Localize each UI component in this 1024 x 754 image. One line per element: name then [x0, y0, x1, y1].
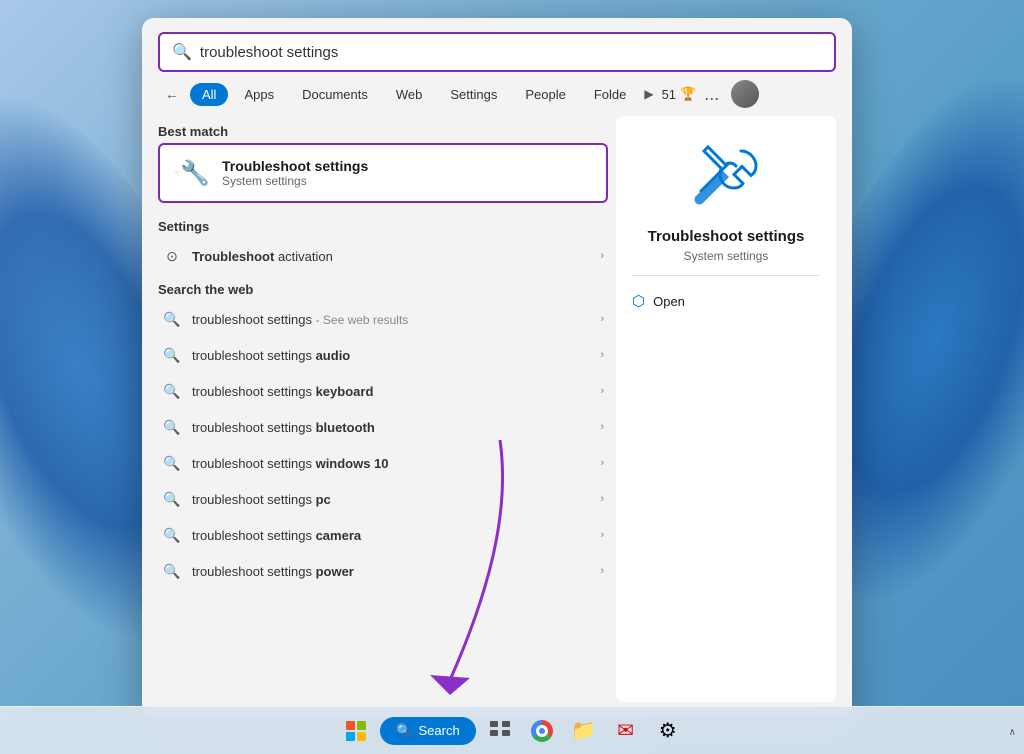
chevron-right-icon-web-4: ›	[600, 457, 604, 469]
search-input-area: 🔍 troubleshoot settings	[142, 18, 852, 72]
open-label: Open	[653, 294, 685, 309]
tab-more-button[interactable]: ...	[700, 84, 723, 105]
tab-back-button[interactable]: ←	[158, 80, 186, 108]
right-panel-divider	[632, 275, 820, 276]
open-icon: ⬡	[632, 292, 645, 310]
user-avatar[interactable]	[731, 80, 759, 108]
search-icon-2: 🔍	[162, 381, 182, 401]
tab-settings[interactable]: Settings	[438, 83, 509, 106]
chevron-right-icon-web-2: ›	[600, 385, 604, 397]
best-match-item[interactable]: 🔧 Troubleshoot settings System settings	[158, 143, 608, 203]
taskbar-file-explorer-icon[interactable]: 📁	[566, 713, 602, 749]
settings-section-label: Settings	[158, 211, 608, 238]
web-result-item-6[interactable]: 🔍 troubleshoot settings camera ›	[158, 517, 608, 553]
taskbar-search-button[interactable]: 🔍 Search	[380, 717, 475, 745]
search-icon-3: 🔍	[162, 417, 182, 437]
tab-documents[interactable]: Documents	[290, 83, 380, 106]
settings-item-text-0: Troubleshoot activation	[192, 249, 590, 264]
troubleshoot-icon: 🔧	[174, 155, 210, 191]
web-item-text-3: troubleshoot settings bluetooth	[192, 420, 590, 435]
best-match-subtitle: System settings	[222, 174, 368, 188]
search-input-wrapper: 🔍 troubleshoot settings	[158, 32, 836, 72]
chevron-right-icon-web-3: ›	[600, 421, 604, 433]
right-panel: Troubleshoot settings System settings ⬡ …	[616, 116, 836, 702]
tab-people[interactable]: People	[513, 83, 577, 106]
chevron-right-icon-web-6: ›	[600, 529, 604, 541]
search-icon-1: 🔍	[162, 345, 182, 365]
tab-all[interactable]: All	[190, 83, 228, 106]
web-result-item-5[interactable]: 🔍 troubleshoot settings pc ›	[158, 481, 608, 517]
filter-tabs: ← All Apps Documents Web Settings People…	[142, 72, 852, 108]
taskbar-search-label: Search	[418, 723, 459, 738]
chevron-right-icon-0: ›	[600, 250, 604, 262]
web-item-text-6: troubleshoot settings camera	[192, 528, 590, 543]
settings-result-item-0[interactable]: ⊙ Troubleshoot activation ›	[158, 238, 608, 274]
web-result-item-3[interactable]: 🔍 troubleshoot settings bluetooth ›	[158, 409, 608, 445]
windows-start-button[interactable]	[338, 713, 374, 749]
tab-web[interactable]: Web	[384, 83, 435, 106]
tab-apps[interactable]: Apps	[232, 83, 286, 106]
circle-icon: ⊙	[162, 246, 182, 266]
web-result-item-2[interactable]: 🔍 troubleshoot settings keyboard ›	[158, 373, 608, 409]
taskbar-task-view-button[interactable]	[482, 713, 518, 749]
taskbar-chrome-icon[interactable]	[524, 713, 560, 749]
open-action[interactable]: ⬡ Open	[632, 288, 820, 314]
web-section-label: Search the web	[158, 274, 608, 301]
left-panel: Best match 🔧 Troubleshoot settings Syste…	[158, 116, 608, 702]
search-icon-6: 🔍	[162, 525, 182, 545]
taskbar-search-icon: 🔍	[396, 723, 412, 739]
best-match-label: Best match	[158, 116, 608, 143]
web-item-text-1: troubleshoot settings audio	[192, 348, 590, 363]
web-item-text-0: troubleshoot settings - See web results	[192, 312, 590, 327]
tab-trophy-icon: 🏆	[680, 86, 696, 102]
web-item-text-7: troubleshoot settings power	[192, 564, 590, 579]
best-match-title: Troubleshoot settings	[222, 158, 368, 174]
tab-count: 51	[662, 87, 676, 102]
search-input[interactable]: troubleshoot settings	[200, 44, 822, 61]
chevron-right-icon-web-5: ›	[600, 493, 604, 505]
taskbar: 🔍 Search 📁 ✉ ⚙ ∧	[0, 706, 1024, 754]
tab-folders[interactable]: Folde	[582, 83, 639, 106]
web-result-item-4[interactable]: 🔍 troubleshoot settings windows 10 ›	[158, 445, 608, 481]
search-icon-5: 🔍	[162, 489, 182, 509]
chevron-right-icon-web-0: ›	[600, 313, 604, 325]
search-panel: 🔍 troubleshoot settings ← All Apps Docum…	[142, 18, 852, 718]
search-icon-7: 🔍	[162, 561, 182, 581]
right-panel-subtitle: System settings	[684, 249, 769, 263]
search-icon-0: 🔍	[162, 309, 182, 329]
web-result-item-7[interactable]: 🔍 troubleshoot settings power ›	[158, 553, 608, 589]
taskbar-email-icon[interactable]: ✉	[608, 713, 644, 749]
main-content: Best match 🔧 Troubleshoot settings Syste…	[142, 108, 852, 718]
taskbar-show-desktop-chevron[interactable]: ∧	[1009, 727, 1016, 738]
web-item-text-4: troubleshoot settings windows 10	[192, 456, 590, 471]
search-icon-4: 🔍	[162, 453, 182, 473]
taskbar-settings-icon[interactable]: ⚙	[650, 713, 686, 749]
right-panel-title: Troubleshoot settings	[648, 228, 805, 245]
web-item-text-2: troubleshoot settings keyboard	[192, 384, 590, 399]
web-result-item-1[interactable]: 🔍 troubleshoot settings audio ›	[158, 337, 608, 373]
best-match-text: Troubleshoot settings System settings	[222, 158, 368, 188]
chevron-right-icon-web-7: ›	[600, 565, 604, 577]
web-item-text-5: troubleshoot settings pc	[192, 492, 590, 507]
web-result-item-0[interactable]: 🔍 troubleshoot settings - See web result…	[158, 301, 608, 337]
tab-play-icon[interactable]: ▶	[644, 87, 653, 101]
search-magnifier-icon: 🔍	[172, 42, 192, 62]
chevron-right-icon-web-1: ›	[600, 349, 604, 361]
right-panel-wrench-icon	[686, 136, 766, 216]
